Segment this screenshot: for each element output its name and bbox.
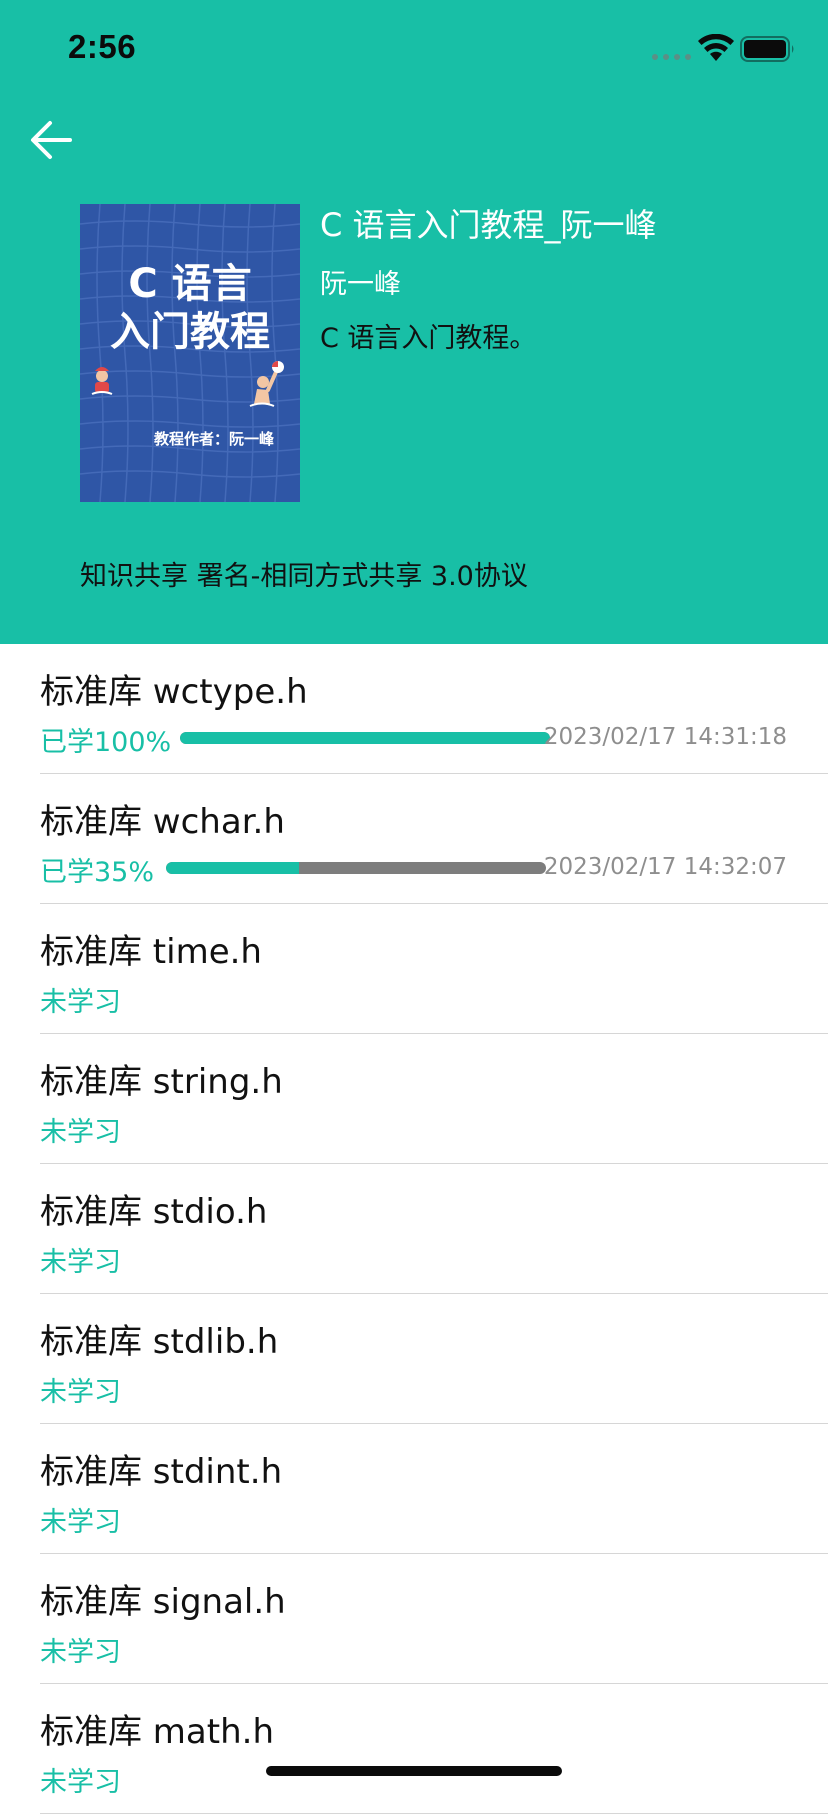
signal-dots-icon	[652, 54, 691, 60]
progress-fill	[166, 862, 299, 874]
cover-author: 教程作者：阮一峰	[154, 430, 275, 448]
book-cover[interactable]: C 语言 入门教程 教程作者：阮一峰	[80, 204, 300, 502]
chapter-title: 标准库 wctype.h	[40, 672, 308, 712]
chapter-title: 标准库 stdio.h	[40, 1192, 268, 1232]
progress-bar	[180, 732, 550, 744]
chapter-row[interactable]: 标准库 stdlib.h 未学习	[0, 1294, 828, 1424]
chapter-title: 标准库 signal.h	[40, 1582, 286, 1622]
chapter-status: 未学习	[40, 1767, 121, 1798]
chapter-title: 标准库 wchar.h	[40, 802, 285, 842]
chapter-title: 标准库 time.h	[40, 932, 262, 972]
chapter-row[interactable]: 标准库 stdint.h 未学习	[0, 1424, 828, 1554]
chapter-list: 标准库 wctype.h 已学100% 2023/02/17 14:31:18 …	[0, 644, 828, 1814]
book-description: C 语言入门教程。	[320, 323, 537, 354]
chapter-row[interactable]: 标准库 time.h 未学习	[0, 904, 828, 1034]
chapter-status: 未学习	[40, 1377, 121, 1408]
chapter-row[interactable]: 标准库 string.h 未学习	[0, 1034, 828, 1164]
cover-title: C 语言 入门教程	[110, 261, 270, 355]
battery-icon	[740, 36, 794, 62]
chapter-status: 已学35%	[40, 857, 155, 888]
status-time: 2:56	[68, 28, 137, 65]
back-button[interactable]	[24, 112, 80, 168]
chapter-status: 已学100%	[40, 727, 172, 758]
chapter-row[interactable]: 标准库 wchar.h 已学35% 2023/02/17 14:32:07	[0, 774, 828, 904]
book-author: 阮一峰	[320, 269, 401, 300]
chapter-status: 未学习	[40, 1247, 121, 1278]
chapter-time: 2023/02/17 14:31:18	[543, 724, 787, 750]
license-text: 知识共享 署名-相同方式共享 3.0协议	[80, 561, 528, 592]
status-bar: 2:56	[0, 0, 828, 100]
chapter-row[interactable]: 标准库 wctype.h 已学100% 2023/02/17 14:31:18	[0, 644, 828, 774]
progress-fill	[180, 732, 550, 744]
chapter-row[interactable]: 标准库 stdio.h 未学习	[0, 1164, 828, 1294]
home-indicator[interactable]	[266, 1766, 562, 1776]
chapter-title: 标准库 stdlib.h	[40, 1322, 279, 1362]
arrow-left-icon	[31, 121, 72, 159]
book-header: 2:56 C 语言 入门教程 教程作者：阮一峰 C 语言入门教程_阮一峰 阮一峰…	[0, 0, 828, 644]
wifi-icon	[698, 34, 734, 61]
chapter-row[interactable]: 标准库 signal.h 未学习	[0, 1554, 828, 1684]
chapter-status: 未学习	[40, 1507, 121, 1538]
chapter-status: 未学习	[40, 1637, 121, 1668]
chapter-time: 2023/02/17 14:32:07	[543, 854, 787, 880]
progress-bar	[166, 862, 546, 874]
chapter-status: 未学习	[40, 1117, 121, 1148]
book-title: C 语言入门教程_阮一峰	[320, 206, 657, 244]
chapter-title: 标准库 stdint.h	[40, 1452, 283, 1492]
chapter-title: 标准库 math.h	[40, 1712, 274, 1752]
chapter-title: 标准库 string.h	[40, 1062, 283, 1102]
chapter-row[interactable]: 标准库 math.h 未学习	[0, 1684, 828, 1814]
chapter-status: 未学习	[40, 987, 121, 1018]
